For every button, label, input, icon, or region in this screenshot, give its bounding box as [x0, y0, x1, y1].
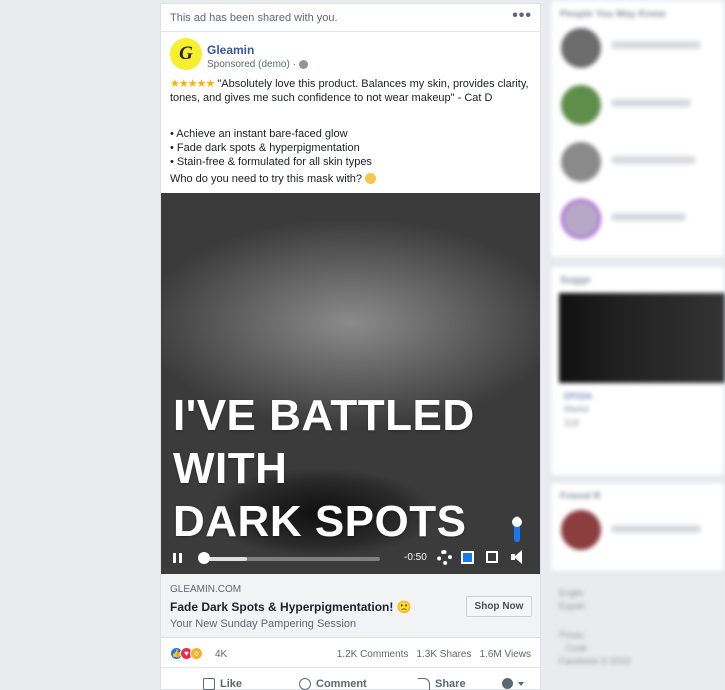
suggested-page-image[interactable] — [559, 293, 725, 383]
suggested-heading: Sugge — [560, 275, 591, 286]
question-text: Who do you need to try this mask with? — [170, 173, 362, 185]
avatar[interactable] — [561, 199, 601, 239]
more-options-icon[interactable]: ••• — [512, 8, 532, 24]
progress-track[interactable] — [202, 557, 380, 561]
page-avatar[interactable]: G — [170, 38, 202, 70]
globe-icon — [298, 60, 308, 69]
language-option[interactable]: Englis — [559, 588, 584, 598]
link-subtitle: Your New Sunday Pampering Session — [170, 618, 357, 630]
right-sidebar: People You May Know Sugge EPODA Marke 31… — [550, 0, 725, 690]
list-item: • Fade dark spots & hyperpigmentation — [170, 142, 360, 154]
progress-handle[interactable] — [198, 552, 210, 564]
comment-button[interactable]: Comment — [299, 678, 367, 690]
fullscreen-icon[interactable] — [486, 551, 498, 563]
post-actions: Like Comment Share — [161, 668, 540, 690]
sponsored-label: Sponsored (demo) · — [207, 59, 296, 70]
comment-count[interactable]: 1.2K Comments — [337, 649, 409, 660]
footer-link[interactable]: Privac — [559, 630, 584, 640]
people-you-may-know-card: People You May Know — [550, 0, 725, 258]
overlay-line: WITH — [173, 444, 288, 493]
engagement-stats: 👍 ♥ o 4K 1.2K Comments 1.3K Shares 1.6M … — [161, 638, 540, 668]
video-overlay-text: I'VE BATTLED WITH DARK SPOTS — [173, 389, 475, 548]
wow-reaction-icon: o — [190, 647, 203, 660]
engagement-counts: 1.2K Comments 1.3K Shares 1.6M Views — [337, 649, 531, 660]
people-heading: People You May Know — [560, 9, 666, 20]
gear-icon[interactable] — [437, 550, 452, 565]
share-count[interactable]: 1.3K Shares — [416, 649, 471, 660]
volume-icon[interactable] — [511, 550, 523, 564]
footer-link[interactable]: Cook — [566, 643, 587, 653]
picture-in-picture-icon[interactable] — [461, 551, 474, 564]
shop-now-button[interactable]: Shop Now — [466, 596, 532, 617]
share-arrow-icon — [418, 678, 430, 690]
reaction-count[interactable]: 4K — [215, 649, 227, 660]
overlay-line: I'VE BATTLED — [173, 391, 475, 440]
post-question: Who do you need to try this mask with? — [170, 173, 377, 185]
person-name-placeholder — [611, 213, 686, 221]
sponsored-post: This ad has been shared with you. ••• G … — [160, 3, 541, 690]
link-domain: GLEAMIN.COM — [170, 584, 242, 595]
overlay-line: DARK SPOTS — [173, 497, 467, 546]
benefit-list: • Achieve an instant bare-faced glow • F… — [170, 127, 372, 169]
comment-label: Comment — [316, 678, 367, 690]
share-label: Share — [435, 678, 466, 690]
smiling-emoji-icon — [365, 173, 377, 184]
sponsored-label-row: Sponsored (demo) · — [207, 59, 308, 70]
avatar[interactable] — [561, 28, 601, 68]
friend-requests-card: Friend R — [550, 482, 725, 572]
list-item: • Stain-free & formulated for all skin t… — [170, 156, 372, 168]
like-label: Like — [220, 678, 243, 690]
page-name-link[interactable]: Gleamin — [207, 43, 254, 57]
chevron-down-icon — [518, 681, 524, 686]
feed-column: This ad has been shared with you. ••• G … — [160, 0, 541, 690]
avatar[interactable] — [561, 85, 601, 125]
link-preview[interactable]: GLEAMIN.COM Fade Dark Spots & Hyperpigme… — [161, 574, 540, 638]
avatar[interactable] — [561, 510, 601, 550]
person-name-placeholder — [611, 156, 696, 164]
footer-copyright: Facebook © 2019 — [559, 656, 631, 666]
reaction-icons[interactable]: 👍 ♥ o — [170, 647, 203, 660]
volume-handle[interactable] — [512, 517, 522, 527]
video-controls: -0:50 — [161, 516, 540, 574]
shared-notice-bar: This ad has been shared with you. ••• — [161, 4, 540, 32]
time-remaining: -0:50 — [404, 552, 427, 563]
video-player[interactable]: I'VE BATTLED WITH DARK SPOTS -0:50 — [161, 193, 540, 574]
quote-text: "Absolutely love this product. Balances … — [170, 78, 529, 104]
like-button[interactable]: Like — [203, 678, 242, 690]
post-quote: ★★★★★ "Absolutely love this product. Bal… — [170, 77, 532, 105]
person-name-placeholder — [611, 41, 701, 49]
friend-requests-heading: Friend R — [560, 491, 601, 502]
audience-icon — [502, 678, 513, 689]
suggested-page-name[interactable]: EPODA — [564, 392, 592, 401]
avatar-letter: G — [179, 43, 193, 64]
comment-bubble-icon — [299, 678, 311, 690]
person-name-placeholder — [611, 99, 691, 107]
pause-icon[interactable] — [173, 553, 182, 563]
friend-name-placeholder — [611, 525, 701, 533]
view-count: 1.6M Views — [479, 649, 531, 660]
share-button[interactable]: Share — [418, 678, 466, 690]
avatar[interactable] — [561, 142, 601, 182]
list-item: • Achieve an instant bare-faced glow — [170, 128, 348, 140]
link-title[interactable]: Fade Dark Spots & Hyperpigmentation! 🙁 — [170, 600, 412, 614]
shared-notice: This ad has been shared with you. — [170, 12, 338, 24]
volume-slider[interactable] — [512, 516, 522, 542]
star-rating: ★★★★★ — [170, 78, 215, 90]
suggested-page-count: 318 — [564, 418, 580, 428]
thumbs-up-icon — [203, 678, 215, 690]
suggested-page-subtitle: Marke — [564, 404, 590, 414]
audience-selector[interactable] — [502, 678, 524, 689]
language-option[interactable]: Españ — [559, 601, 585, 611]
